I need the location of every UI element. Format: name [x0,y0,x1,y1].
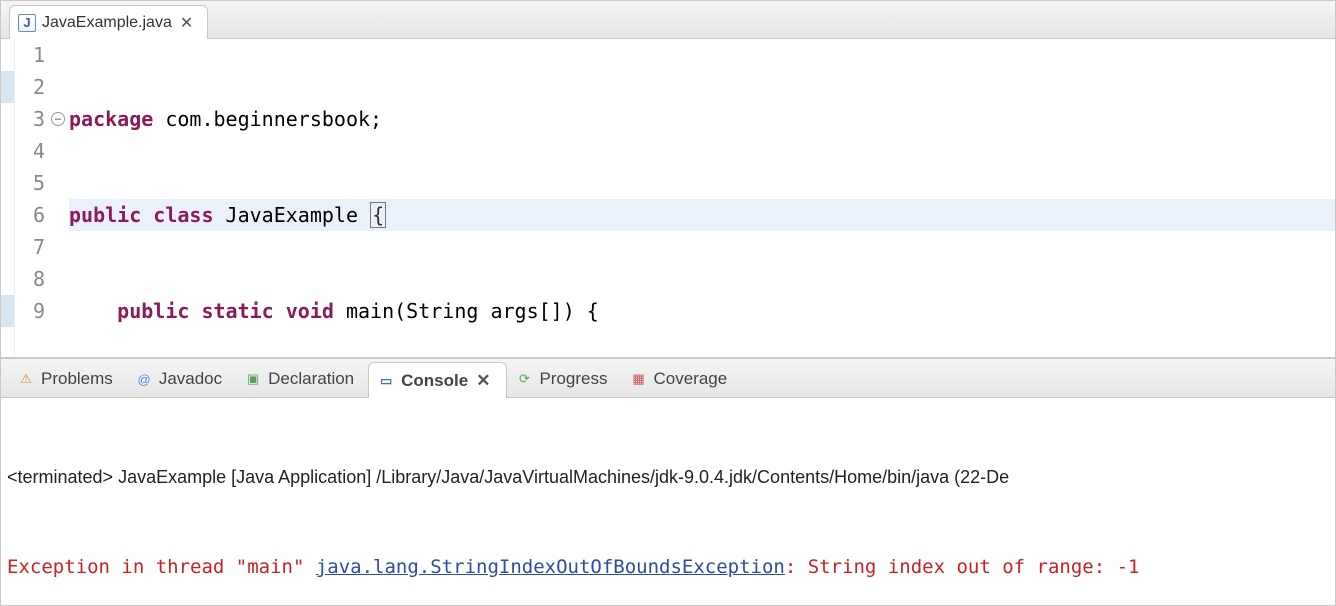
console-line: Exception in thread "main" java.lang.Str… [7,552,1329,582]
console-header: <terminated> JavaExample [Java Applicati… [7,462,1329,492]
tab-label: Problems [41,369,113,389]
javadoc-icon: @ [135,370,153,388]
close-icon[interactable]: ✕ [178,13,195,33]
console-icon: ▭ [377,372,395,390]
progress-icon: ⟳ [515,370,533,388]
tab-coverage[interactable]: ▦ Coverage [621,361,741,397]
editor-tab-bar: J JavaExample.java ✕ [1,1,1335,39]
code-line[interactable]: public static void main(String args[]) { [69,295,1335,327]
coverage-icon: ▦ [629,370,647,388]
tab-problems[interactable]: ⚠ Problems [9,361,127,397]
line-number-gutter: 1 2 3 4 5 6 7 8 9 [15,39,51,357]
problems-icon: ⚠ [17,370,35,388]
code-area[interactable]: 1 2 3 4 5 6 7 8 9 − package com.beginner… [1,39,1335,357]
views-tab-bar: ⚠ Problems @ Javadoc ▣ Declaration ▭ Con… [0,358,1336,398]
stacktrace-link[interactable]: java.lang.StringIndexOutOfBoundsExceptio… [316,556,785,578]
code-line[interactable]: package com.beginnersbook; [69,103,1335,135]
close-icon[interactable]: ✕ [474,371,492,391]
tab-progress[interactable]: ⟳ Progress [507,361,621,397]
console-output[interactable]: <terminated> JavaExample [Java Applicati… [0,398,1336,606]
editor-pane: J JavaExample.java ✕ 1 2 3 4 5 6 7 8 [0,0,1336,358]
declaration-icon: ▣ [244,370,262,388]
tab-label: Progress [539,369,607,389]
code-line[interactable]: public class JavaExample { [69,199,1335,231]
tab-label: Javadoc [159,369,222,389]
tab-label: Declaration [268,369,354,389]
tab-declaration[interactable]: ▣ Declaration [236,361,368,397]
code-lines[interactable]: package com.beginnersbook; public class … [69,39,1335,357]
fold-toggle-icon[interactable]: − [51,112,65,126]
java-file-icon: J [18,14,36,32]
tab-label: Coverage [653,369,727,389]
tab-console[interactable]: ▭ Console ✕ [368,362,507,398]
editor-tab-filename: JavaExample.java [42,14,172,32]
tab-label: Console [401,371,468,391]
marker-strip [1,39,15,357]
tab-javadoc[interactable]: @ Javadoc [127,361,236,397]
editor-tab[interactable]: J JavaExample.java ✕ [9,5,208,39]
fold-column: − [51,39,69,357]
